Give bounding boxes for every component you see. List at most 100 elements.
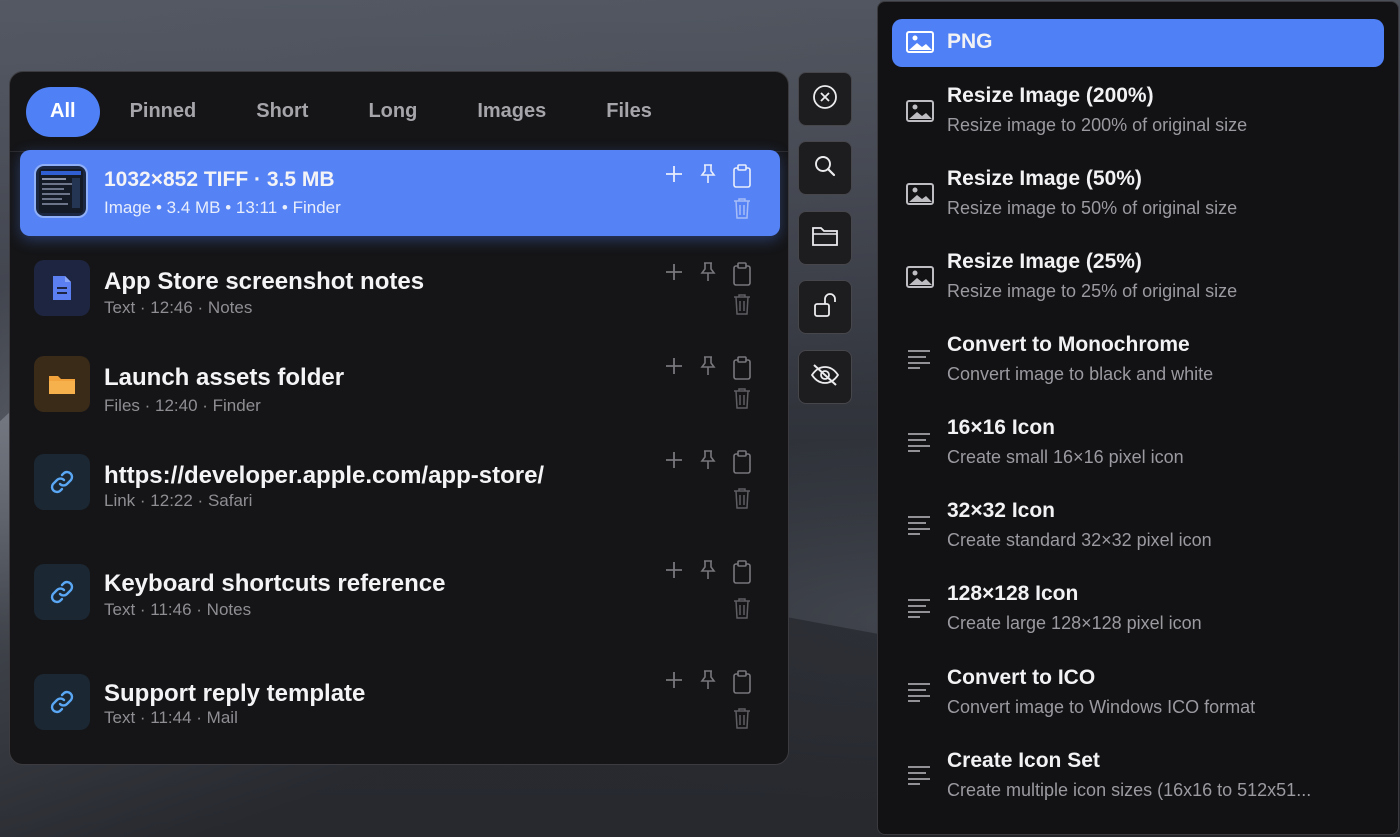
- link-icon: [34, 454, 90, 510]
- clipboard-icon[interactable]: [730, 450, 754, 474]
- item-meta: Text · 12:46 · Notes: [104, 298, 253, 317]
- add-icon[interactable]: [662, 162, 686, 186]
- text-lines-icon: [906, 349, 934, 373]
- menu-item-title: Resize Image (200%): [947, 84, 1154, 107]
- menu-item-title: 32×32 Icon: [947, 499, 1055, 522]
- item-actions: [662, 260, 762, 324]
- pin-icon[interactable]: [696, 448, 720, 472]
- list-item[interactable]: https://developer.apple.com/app-store/ L…: [20, 446, 780, 546]
- menu-item-description: Convert image to black and white: [947, 364, 1214, 384]
- trash-icon[interactable]: [730, 486, 754, 510]
- list-item[interactable]: Support reply template Text · 11:44 · Ma…: [20, 666, 780, 764]
- pin-icon[interactable]: [696, 558, 720, 582]
- list-item[interactable]: Keyboard shortcuts reference Text · 11:4…: [20, 556, 780, 656]
- trash-icon[interactable]: [730, 196, 754, 220]
- menu-item-title: 16×16 Icon: [947, 416, 1055, 439]
- trash-icon[interactable]: [730, 596, 754, 620]
- tab-files[interactable]: Files: [576, 87, 682, 137]
- text-lines-icon: [906, 432, 934, 456]
- text-lines-icon: [906, 765, 934, 789]
- close-button[interactable]: [798, 72, 852, 126]
- clipboard-icon[interactable]: [730, 560, 754, 584]
- menu-item-description: Resize image to 25% of original size: [947, 281, 1238, 301]
- menu-item-monochrome[interactable]: Convert to Monochrome Convert image to b…: [892, 333, 1384, 403]
- clipboard-icon[interactable]: [730, 164, 754, 188]
- menu-item-description: Create small 16×16 pixel icon: [947, 447, 1184, 467]
- tab-all[interactable]: All: [26, 86, 100, 137]
- pin-icon[interactable]: [696, 354, 720, 378]
- tab-pinned[interactable]: Pinned: [100, 87, 227, 137]
- item-title: Keyboard shortcuts reference: [104, 570, 446, 597]
- clipboard-icon[interactable]: [730, 670, 754, 694]
- item-actions: [662, 448, 762, 512]
- item-title: 1032×852 TIFF · 3.5 MB: [104, 168, 335, 191]
- menu-item-convert-ico[interactable]: Convert to ICO Convert image to Windows …: [892, 666, 1384, 736]
- list-item[interactable]: Launch assets folder Files · 12:40 · Fin…: [20, 348, 780, 438]
- pin-icon[interactable]: [696, 162, 720, 186]
- add-icon[interactable]: [662, 354, 686, 378]
- menu-item-resize-200[interactable]: Resize Image (200%) Resize image to 200%…: [892, 84, 1384, 154]
- menu-item-resize-50[interactable]: Resize Image (50%) Resize image to 50% o…: [892, 167, 1384, 237]
- link-icon: [34, 564, 90, 620]
- folder-icon: [811, 224, 839, 253]
- lock-toggle-button[interactable]: [798, 280, 852, 334]
- trash-icon[interactable]: [730, 706, 754, 730]
- image-icon: [906, 100, 934, 124]
- menu-item-icon-set[interactable]: Create Icon Set Create multiple icon siz…: [892, 749, 1384, 819]
- search-icon: [812, 153, 838, 184]
- link-icon: [34, 674, 90, 730]
- menu-item-title: Convert to ICO: [947, 666, 1096, 689]
- menu-item-icon-128[interactable]: 128×128 Icon Create large 128×128 pixel …: [892, 582, 1384, 652]
- menu-item-description: Resize image to 200% of original size: [947, 115, 1248, 135]
- tab-images[interactable]: Images: [447, 87, 576, 137]
- text-lines-icon: [906, 515, 934, 539]
- eye-slash-icon: [810, 363, 840, 392]
- tab-short[interactable]: Short: [226, 87, 338, 137]
- item-title: https://developer.apple.com/app-store/: [104, 462, 545, 489]
- item-meta: Text · 11:44 · Mail: [104, 708, 238, 727]
- list-item[interactable]: App Store screenshot notes Text · 12:46 …: [20, 252, 780, 342]
- menu-item-resize-25[interactable]: Resize Image (25%) Resize image to 25% o…: [892, 250, 1384, 320]
- pin-icon[interactable]: [696, 260, 720, 284]
- document-icon: [34, 260, 90, 316]
- filter-tabs: All Pinned Short Long Images Files: [10, 72, 788, 152]
- menu-item-description: Resize image to 50% of original size: [947, 198, 1238, 218]
- close-circle-icon: [812, 84, 838, 115]
- menu-item-title: Resize Image (25%): [947, 250, 1142, 273]
- menu-item-png[interactable]: PNG: [892, 19, 1384, 67]
- item-actions: [662, 162, 762, 226]
- add-icon[interactable]: [662, 668, 686, 692]
- tab-long[interactable]: Long: [338, 87, 447, 137]
- item-meta: Link · 12:22 · Safari: [104, 491, 253, 510]
- list-item[interactable]: 1032×852 TIFF · 3.5 MB Image • 3.4 MB • …: [20, 150, 780, 236]
- text-lines-icon: [906, 682, 934, 706]
- item-title: App Store screenshot notes: [104, 268, 425, 295]
- item-meta: Image • 3.4 MB • 13:11 • Finder: [104, 198, 341, 217]
- search-button[interactable]: [798, 141, 852, 195]
- menu-item-title: PNG: [947, 30, 993, 53]
- item-actions: [662, 354, 762, 418]
- image-icon: [906, 31, 934, 55]
- menu-item-icon-16[interactable]: 16×16 Icon Create small 16×16 pixel icon: [892, 416, 1384, 486]
- item-title: Launch assets folder: [104, 364, 345, 391]
- menu-item-icon-32[interactable]: 32×32 Icon Create standard 32×32 pixel i…: [892, 499, 1384, 569]
- clipboard-icon[interactable]: [730, 356, 754, 380]
- add-icon[interactable]: [662, 448, 686, 472]
- unlock-icon: [812, 291, 838, 324]
- menu-item-title: Convert to Monochrome: [947, 333, 1190, 356]
- add-icon[interactable]: [662, 260, 686, 284]
- open-folder-button[interactable]: [798, 211, 852, 265]
- trash-icon[interactable]: [730, 386, 754, 410]
- pin-icon[interactable]: [696, 668, 720, 692]
- text-lines-icon: [906, 598, 934, 622]
- image-thumbnail-icon: [34, 164, 88, 218]
- menu-item-title: 128×128 Icon: [947, 582, 1079, 605]
- menu-item-description: Create large 128×128 pixel icon: [947, 613, 1202, 633]
- item-actions: [662, 668, 762, 732]
- add-icon[interactable]: [662, 558, 686, 582]
- hide-button[interactable]: [798, 350, 852, 404]
- trash-icon[interactable]: [730, 292, 754, 316]
- menu-item-description: Create multiple icon sizes (16x16 to 512…: [947, 780, 1312, 800]
- item-meta: Text · 11:46 · Notes: [104, 600, 252, 619]
- clipboard-icon[interactable]: [730, 262, 754, 286]
